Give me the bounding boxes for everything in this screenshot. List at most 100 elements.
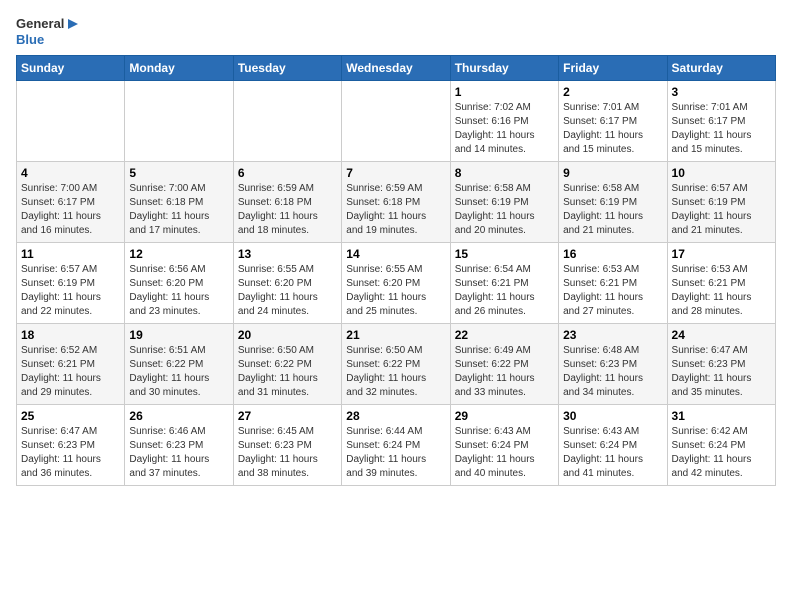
- day-info: Sunrise: 6:50 AM Sunset: 6:22 PM Dayligh…: [238, 344, 337, 400]
- week-row-2: 4 Sunrise: 7:00 AM Sunset: 6:17 PM Daylig…: [17, 162, 776, 243]
- day-cell: [17, 81, 125, 162]
- day-number: 2: [563, 85, 662, 99]
- day-number: 16: [563, 247, 662, 261]
- day-number: 8: [455, 166, 554, 180]
- day-cell: 9 Sunrise: 6:58 AM Sunset: 6:19 PM Daylig…: [559, 162, 667, 243]
- day-number: 25: [21, 409, 120, 423]
- day-cell: 22Sunrise: 6:49 AM Sunset: 6:22 PM Dayli…: [450, 324, 558, 405]
- day-number: 30: [563, 409, 662, 423]
- day-cell: 29 Sunrise: 6:43 AM Sunset: 6:24 PM Dayli…: [450, 405, 558, 486]
- day-cell: 21 Sunrise: 6:50 AM Sunset: 6:22 PM Dayli…: [342, 324, 450, 405]
- day-info: Sunrise: 6:52 AM Sunset: 6:21 PM Dayligh…: [21, 344, 120, 400]
- day-info: Sunrise: 6:50 AM Sunset: 6:22 PM Dayligh…: [346, 344, 445, 400]
- day-info: Sunrise: 6:54 AM Sunset: 6:21 PM Dayligh…: [455, 263, 554, 319]
- day-info: Sunrise: 6:42 AM Sunset: 6:24 PM Dayligh…: [672, 425, 771, 481]
- day-cell: 8 Sunrise: 6:58 AM Sunset: 6:19 PM Daylig…: [450, 162, 558, 243]
- day-cell: 26Sunrise: 6:46 AM Sunset: 6:23 PM Dayli…: [125, 405, 233, 486]
- day-info: Sunrise: 6:57 AM Sunset: 6:19 PM Dayligh…: [672, 182, 771, 238]
- day-info: Sunrise: 6:46 AM Sunset: 6:23 PM Dayligh…: [129, 425, 228, 481]
- day-cell: 28 Sunrise: 6:44 AM Sunset: 6:24 PM Dayli…: [342, 405, 450, 486]
- day-info: Sunrise: 6:47 AM Sunset: 6:23 PM Dayligh…: [672, 344, 771, 400]
- week-row-1: 1 Sunrise: 7:02 AM Sunset: 6:16 PM Daylig…: [17, 81, 776, 162]
- header-day-thursday: Thursday: [450, 56, 558, 81]
- day-cell: 3Sunrise: 7:01 AM Sunset: 6:17 PM Daylig…: [667, 81, 775, 162]
- day-info: Sunrise: 6:55 AM Sunset: 6:20 PM Dayligh…: [346, 263, 445, 319]
- day-info: Sunrise: 7:00 AM Sunset: 6:18 PM Dayligh…: [129, 182, 228, 238]
- day-cell: 20 Sunrise: 6:50 AM Sunset: 6:22 PM Dayli…: [233, 324, 341, 405]
- header-day-tuesday: Tuesday: [233, 56, 341, 81]
- day-number: 10: [672, 166, 771, 180]
- day-cell: 23 Sunrise: 6:48 AM Sunset: 6:23 PM Dayli…: [559, 324, 667, 405]
- day-cell: 1 Sunrise: 7:02 AM Sunset: 6:16 PM Daylig…: [450, 81, 558, 162]
- day-number: 12: [129, 247, 228, 261]
- day-cell: [233, 81, 341, 162]
- day-cell: [125, 81, 233, 162]
- day-cell: 19 Sunrise: 6:51 AM Sunset: 6:22 PM Dayli…: [125, 324, 233, 405]
- day-number: 27: [238, 409, 337, 423]
- day-number: 19: [129, 328, 228, 342]
- day-info: Sunrise: 6:49 AM Sunset: 6:22 PM Dayligh…: [455, 344, 554, 400]
- day-info: Sunrise: 7:00 AM Sunset: 6:17 PM Dayligh…: [21, 182, 120, 238]
- day-info: Sunrise: 6:59 AM Sunset: 6:18 PM Dayligh…: [346, 182, 445, 238]
- day-number: 1: [455, 85, 554, 99]
- day-number: 3: [672, 85, 771, 99]
- header-day-monday: Monday: [125, 56, 233, 81]
- logo-arrow-icon: [66, 17, 80, 31]
- day-cell: 6 Sunrise: 6:59 AM Sunset: 6:18 PM Daylig…: [233, 162, 341, 243]
- day-cell: 11Sunrise: 6:57 AM Sunset: 6:19 PM Dayli…: [17, 243, 125, 324]
- day-info: Sunrise: 6:53 AM Sunset: 6:21 PM Dayligh…: [563, 263, 662, 319]
- day-number: 5: [129, 166, 228, 180]
- day-cell: 16 Sunrise: 6:53 AM Sunset: 6:21 PM Dayli…: [559, 243, 667, 324]
- day-info: Sunrise: 6:51 AM Sunset: 6:22 PM Dayligh…: [129, 344, 228, 400]
- day-number: 13: [238, 247, 337, 261]
- day-info: Sunrise: 6:44 AM Sunset: 6:24 PM Dayligh…: [346, 425, 445, 481]
- day-cell: [342, 81, 450, 162]
- day-number: 6: [238, 166, 337, 180]
- day-number: 9: [563, 166, 662, 180]
- day-cell: 15Sunrise: 6:54 AM Sunset: 6:21 PM Dayli…: [450, 243, 558, 324]
- week-row-4: 18 Sunrise: 6:52 AM Sunset: 6:21 PM Dayli…: [17, 324, 776, 405]
- day-info: Sunrise: 6:43 AM Sunset: 6:24 PM Dayligh…: [563, 425, 662, 481]
- day-cell: 10 Sunrise: 6:57 AM Sunset: 6:19 PM Dayli…: [667, 162, 775, 243]
- day-info: Sunrise: 6:45 AM Sunset: 6:23 PM Dayligh…: [238, 425, 337, 481]
- day-number: 28: [346, 409, 445, 423]
- day-cell: 2Sunrise: 7:01 AM Sunset: 6:17 PM Daylig…: [559, 81, 667, 162]
- day-info: Sunrise: 6:58 AM Sunset: 6:19 PM Dayligh…: [563, 182, 662, 238]
- day-number: 29: [455, 409, 554, 423]
- logo-general: General: [16, 16, 64, 32]
- day-info: Sunrise: 6:43 AM Sunset: 6:24 PM Dayligh…: [455, 425, 554, 481]
- day-cell: 27 Sunrise: 6:45 AM Sunset: 6:23 PM Dayli…: [233, 405, 341, 486]
- day-number: 4: [21, 166, 120, 180]
- day-info: Sunrise: 6:48 AM Sunset: 6:23 PM Dayligh…: [563, 344, 662, 400]
- day-cell: 30 Sunrise: 6:43 AM Sunset: 6:24 PM Dayli…: [559, 405, 667, 486]
- day-number: 18: [21, 328, 120, 342]
- day-info: Sunrise: 6:58 AM Sunset: 6:19 PM Dayligh…: [455, 182, 554, 238]
- day-number: 11: [21, 247, 120, 261]
- day-cell: 14 Sunrise: 6:55 AM Sunset: 6:20 PM Dayli…: [342, 243, 450, 324]
- logo: General Blue: [16, 16, 80, 47]
- day-info: Sunrise: 6:56 AM Sunset: 6:20 PM Dayligh…: [129, 263, 228, 319]
- calendar-table: SundayMondayTuesdayWednesdayThursdayFrid…: [16, 55, 776, 486]
- day-cell: 25 Sunrise: 6:47 AM Sunset: 6:23 PM Dayli…: [17, 405, 125, 486]
- day-cell: 17Sunrise: 6:53 AM Sunset: 6:21 PM Dayli…: [667, 243, 775, 324]
- day-info: Sunrise: 7:02 AM Sunset: 6:16 PM Dayligh…: [455, 101, 554, 157]
- logo-blue: Blue: [16, 32, 44, 48]
- day-number: 20: [238, 328, 337, 342]
- day-info: Sunrise: 6:53 AM Sunset: 6:21 PM Dayligh…: [672, 263, 771, 319]
- day-info: Sunrise: 6:59 AM Sunset: 6:18 PM Dayligh…: [238, 182, 337, 238]
- day-info: Sunrise: 6:55 AM Sunset: 6:20 PM Dayligh…: [238, 263, 337, 319]
- day-info: Sunrise: 6:47 AM Sunset: 6:23 PM Dayligh…: [21, 425, 120, 481]
- day-cell: 5 Sunrise: 7:00 AM Sunset: 6:18 PM Daylig…: [125, 162, 233, 243]
- day-cell: 18 Sunrise: 6:52 AM Sunset: 6:21 PM Dayli…: [17, 324, 125, 405]
- header-day-sunday: Sunday: [17, 56, 125, 81]
- day-number: 31: [672, 409, 771, 423]
- day-cell: 13 Sunrise: 6:55 AM Sunset: 6:20 PM Dayli…: [233, 243, 341, 324]
- header-day-saturday: Saturday: [667, 56, 775, 81]
- day-number: 14: [346, 247, 445, 261]
- day-number: 23: [563, 328, 662, 342]
- header-row: SundayMondayTuesdayWednesdayThursdayFrid…: [17, 56, 776, 81]
- page-header: General Blue: [16, 16, 776, 47]
- day-number: 21: [346, 328, 445, 342]
- day-cell: 12 Sunrise: 6:56 AM Sunset: 6:20 PM Dayli…: [125, 243, 233, 324]
- day-cell: 24Sunrise: 6:47 AM Sunset: 6:23 PM Dayli…: [667, 324, 775, 405]
